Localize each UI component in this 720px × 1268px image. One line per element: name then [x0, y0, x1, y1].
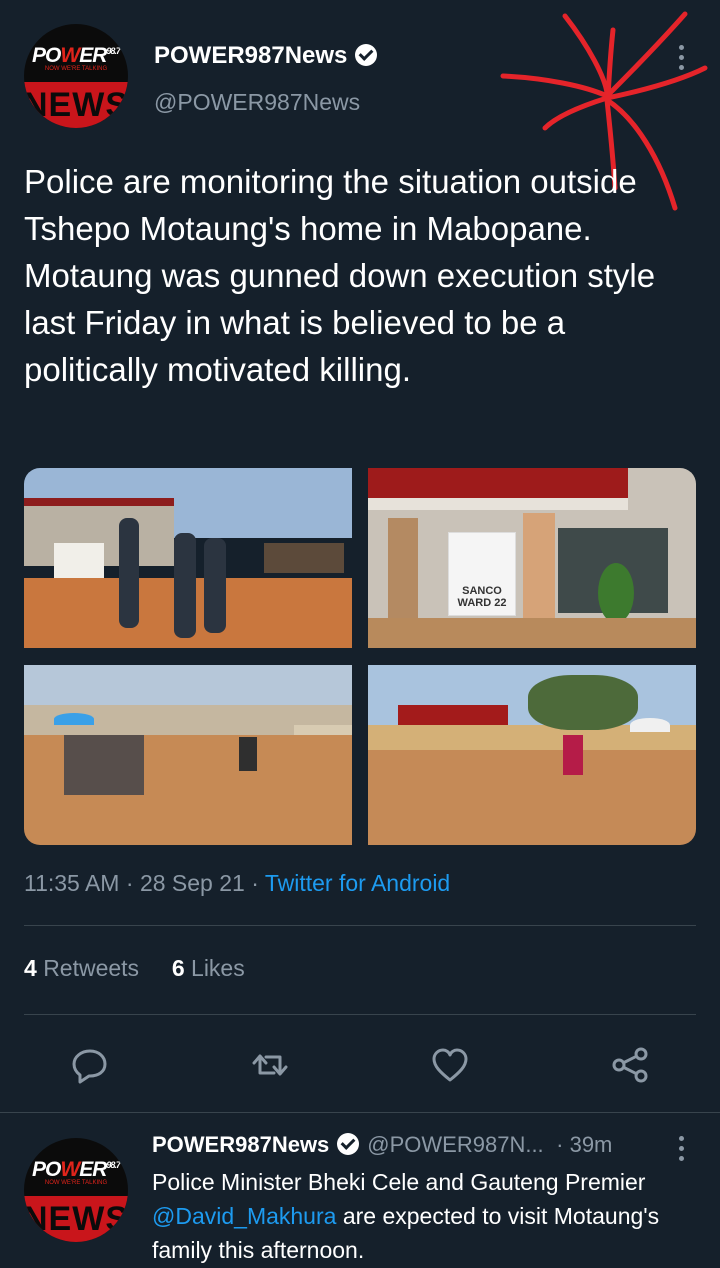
logo-band: NEWS	[24, 1196, 128, 1242]
reply-display-name[interactable]: POWER987News	[152, 1132, 329, 1157]
banner: SANCO WARD 22	[448, 532, 516, 616]
logo-top: POWER98.7 NOW WE'RE TALKING	[24, 24, 128, 82]
reply-icon[interactable]	[70, 1045, 110, 1085]
verified-icon	[355, 44, 378, 66]
tweet-photo-2[interactable]: SANCO WARD 22	[368, 468, 696, 648]
verified-icon	[337, 1133, 360, 1155]
reply-handle[interactable]: @POWER987N...	[367, 1132, 543, 1157]
heart-icon[interactable]	[430, 1045, 470, 1085]
logo-tagline: NOW WE'RE TALKING	[44, 66, 108, 72]
retweets-stat[interactable]: 4 Retweets	[24, 955, 139, 981]
tweet-source-link[interactable]: Twitter for Android	[265, 870, 450, 896]
logo-tagline: NOW WE'RE TALKING	[44, 1180, 108, 1186]
retweet-icon[interactable]	[250, 1045, 290, 1085]
reply-tweet-text: Police Minister Bheki Cele and Gauteng P…	[152, 1169, 660, 1263]
meta-separator-2: ·	[251, 870, 259, 896]
reply-avatar[interactable]: POWER98.7 NOW WE'RE TALKING NEWS	[24, 1138, 128, 1242]
tweet-time: 11:35 AM	[24, 870, 120, 896]
tweet-photo-3[interactable]	[24, 665, 352, 845]
display-name[interactable]: POWER987News	[154, 42, 347, 69]
tweet-meta: 11:35 AM · 28 Sep 21 · Twitter for Andro…	[24, 870, 450, 897]
tweet-date: 28 Sep 21	[139, 870, 245, 896]
tweet-photo-4[interactable]	[368, 665, 696, 845]
reply-author-row: POWER987News @POWER987N... · 39m	[152, 1132, 672, 1158]
reply-time: · 39m	[556, 1132, 613, 1157]
mention-link[interactable]: @David_Makhura	[152, 1203, 336, 1229]
divider	[24, 1014, 696, 1015]
logo-band: NEWS	[24, 82, 128, 128]
share-icon[interactable]	[610, 1045, 650, 1085]
logo-brand: POWER98.7	[32, 1158, 121, 1181]
logo-top: POWER98.7 NOW WE'RE TALKING	[24, 1138, 128, 1196]
divider	[24, 925, 696, 926]
tweet-photo-1[interactable]	[24, 468, 352, 648]
avatar[interactable]: POWER98.7 NOW WE'RE TALKING NEWS	[24, 24, 128, 128]
handle[interactable]: @POWER987News	[154, 89, 360, 116]
tweet-text: Police are monitoring the situation outs…	[24, 163, 656, 388]
reply-more-options-icon[interactable]	[677, 1136, 685, 1161]
tweet-stats: 4 Retweets 6 Likes	[24, 955, 245, 982]
author-row: POWER987News	[154, 42, 378, 70]
logo-brand: POWER98.7	[32, 44, 121, 67]
meta-separator-1: ·	[125, 870, 134, 896]
divider	[0, 1112, 720, 1113]
likes-stat[interactable]: 6 Likes	[172, 955, 245, 981]
